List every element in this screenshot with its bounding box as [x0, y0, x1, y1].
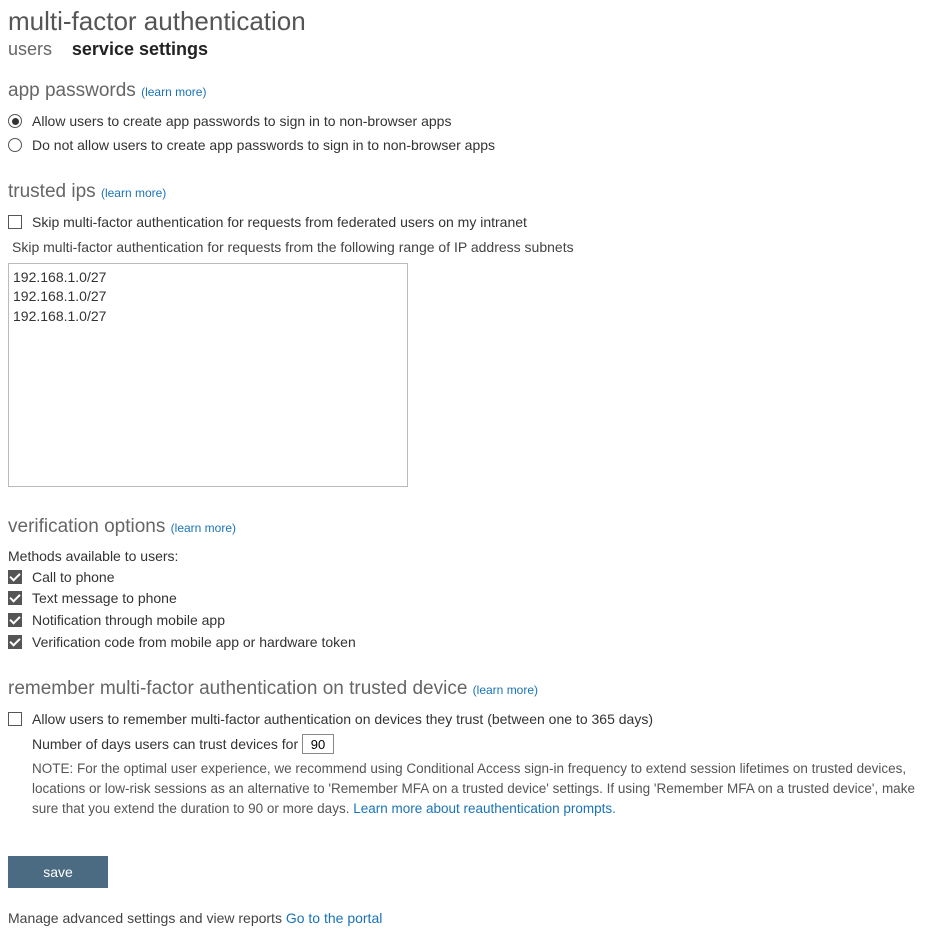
app-passwords-learn-more-link[interactable]: learn more — [141, 85, 206, 99]
checkbox-skip-federated-label: Skip multi-factor authentication for req… — [32, 213, 527, 233]
go-to-portal-link[interactable]: Go to the portal — [286, 910, 383, 926]
checkbox-app-code[interactable] — [8, 635, 22, 649]
checkbox-call-label: Call to phone — [32, 568, 115, 588]
checkbox-text-to-phone[interactable] — [8, 591, 22, 605]
tabs: users service settings — [8, 39, 936, 60]
page-title: multi-factor authentication — [8, 6, 936, 37]
trusted-ips-learn-more-link[interactable]: learn more — [101, 186, 166, 200]
radio-allow-app-passwords[interactable] — [8, 114, 22, 128]
footer-line: Manage advanced settings and view report… — [8, 910, 936, 926]
radio-disallow-label: Do not allow users to create app passwor… — [32, 136, 495, 156]
subnet-range-label: Skip multi-factor authentication for req… — [12, 239, 936, 255]
verification-options-heading: verification options learn more — [8, 516, 936, 538]
remember-mfa-heading: remember multi-factor authentication on … — [8, 678, 936, 700]
checkbox-skip-federated[interactable] — [8, 215, 22, 229]
checkbox-call-to-phone[interactable] — [8, 570, 22, 584]
verification-learn-more-link[interactable]: learn more — [171, 521, 236, 535]
radio-allow-label: Allow users to create app passwords to s… — [32, 112, 451, 132]
days-trust-input[interactable] — [302, 734, 334, 754]
days-trust-label: Number of days users can trust devices f… — [32, 736, 298, 752]
radio-disallow-app-passwords[interactable] — [8, 138, 22, 152]
tab-users[interactable]: users — [8, 39, 52, 60]
checkbox-app-notify-label: Notification through mobile app — [32, 611, 225, 631]
section-app-passwords: app passwords learn more Allow users to … — [8, 80, 936, 155]
footer-text: Manage advanced settings and view report… — [8, 910, 286, 926]
save-button[interactable]: save — [8, 856, 108, 888]
section-trusted-ips: trusted ips learn more Skip multi-factor… — [8, 181, 936, 490]
checkbox-allow-remember-label: Allow users to remember multi-factor aut… — [32, 710, 653, 730]
verification-options-heading-text: verification options — [8, 516, 165, 537]
remember-mfa-heading-text: remember multi-factor authentication on … — [8, 678, 467, 699]
section-remember-mfa: remember multi-factor authentication on … — [8, 678, 936, 819]
trusted-ips-heading: trusted ips learn more — [8, 181, 936, 203]
remember-note: NOTE: For the optimal user experience, w… — [32, 759, 936, 820]
trusted-ips-heading-text: trusted ips — [8, 181, 96, 202]
checkbox-app-notification[interactable] — [8, 613, 22, 627]
reauth-prompts-link[interactable]: Learn more about reauthentication prompt… — [353, 801, 616, 816]
checkbox-allow-remember[interactable] — [8, 712, 22, 726]
methods-available-label: Methods available to users: — [8, 548, 936, 564]
checkbox-app-code-label: Verification code from mobile app or har… — [32, 633, 356, 653]
section-verification-options: verification options learn more Methods … — [8, 516, 936, 652]
tab-service-settings[interactable]: service settings — [72, 39, 208, 60]
trusted-ips-textarea[interactable] — [8, 263, 408, 487]
remember-learn-more-link[interactable]: learn more — [473, 683, 538, 697]
checkbox-text-label: Text message to phone — [32, 589, 177, 609]
app-passwords-heading: app passwords learn more — [8, 80, 936, 102]
app-passwords-heading-text: app passwords — [8, 80, 136, 101]
